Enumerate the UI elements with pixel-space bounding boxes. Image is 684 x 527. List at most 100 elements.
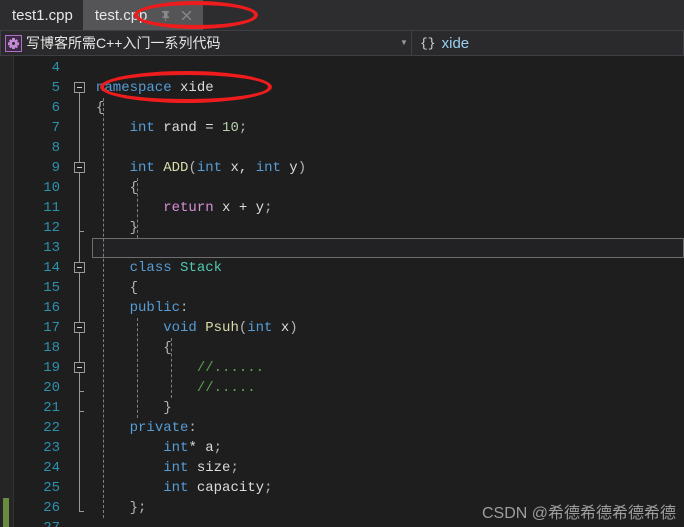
code-token: x + y [213,200,265,216]
code-token: ( [188,160,197,176]
chevron-down-icon[interactable]: ▼ [397,39,411,47]
code-token: x [272,320,290,336]
code-line[interactable]: class Stack [96,258,222,278]
code-line[interactable]: { [96,278,138,298]
code-token: ) [297,160,307,176]
line-number: 5 [51,80,60,96]
code-token: y [280,160,298,176]
code-token: int [129,120,155,136]
fold-toggle-line-9[interactable] [74,162,85,173]
code-line[interactable]: int size; [96,458,239,478]
code-line[interactable]: int* a; [96,438,222,458]
code-line[interactable]: }; [96,498,147,518]
code-line[interactable]: private: [96,418,197,438]
project-scope-dropdown[interactable]: 写博客所需C++入门一系列代码 ▼ [0,30,412,56]
code-line[interactable]: } [96,218,138,238]
line-number: 4 [51,60,60,76]
code-token: x, [222,160,256,176]
line-number: 10 [43,180,60,196]
code-token: private [129,420,189,436]
code-token: int [247,320,273,336]
code-token: ; [238,120,248,136]
line-number: 19 [43,360,60,376]
vs-editor-window: test1.cpp test.cpp 写博客所需C++入门一系列代码 ▼ {} … [0,0,684,527]
code-token: { [129,280,139,296]
outlining-end-tick [79,511,84,512]
code-line[interactable]: return x + y; [96,198,272,218]
fold-toggle-line-19[interactable] [74,362,85,373]
code-line[interactable]: int rand = 10; [96,118,248,138]
line-number: 24 [43,460,60,476]
change-indicator-bar [3,498,9,527]
line-number: 6 [51,100,60,116]
outlining-end-tick [79,231,84,232]
fold-toggle-line-17[interactable] [74,322,85,333]
line-number: 22 [43,420,60,436]
code-token: size [188,460,231,476]
outlining-end-tick [79,411,84,412]
code-line[interactable]: { [96,178,138,198]
line-number: 14 [43,260,60,276]
code-line[interactable]: int ADD(int x, int y) [96,158,307,178]
line-number: 18 [43,340,60,356]
code-line[interactable]: public: [96,298,189,318]
indicator-margin[interactable] [0,56,14,527]
line-number: 23 [43,440,60,456]
outlining-end-tick [79,391,84,392]
code-line[interactable]: //...... [96,358,264,378]
code-token: int [196,160,223,176]
member-scope-dropdown[interactable]: {} xide [412,30,684,56]
code-token: rand = [154,120,223,136]
code-token: return [163,200,214,216]
code-line[interactable]: { [96,338,172,358]
pin-icon[interactable] [159,9,172,22]
tab-label: test.cpp [94,6,148,24]
editor-tab-test1-cpp[interactable]: test1.cpp [0,0,83,30]
code-token: int [129,160,155,176]
code-token: Psuh [205,320,239,336]
code-line[interactable]: } [96,398,171,418]
code-token: namespace [96,80,172,96]
fold-toggle-line-14[interactable] [74,262,85,273]
code-token: { [163,340,172,356]
code-line[interactable]: //..... [96,378,256,398]
code-line[interactable]: int capacity; [96,478,272,498]
code-token: : [188,420,197,436]
code-token: ; [264,480,273,496]
line-number: 20 [43,380,60,396]
code-token: capacity [188,480,265,496]
code-token: ; [230,460,239,476]
csdn-watermark: CSDN @希德希德希德希德 [481,505,676,522]
line-number: 17 [43,320,60,336]
project-name-label: 写博客所需C++入门一系列代码 [26,35,221,51]
code-line[interactable]: namespace xide [96,78,214,98]
close-icon[interactable] [180,9,193,22]
code-token: int [163,460,189,476]
code-token: int [255,160,281,176]
code-token: int [163,480,189,496]
code-line[interactable]: void Psuh(int x) [96,318,297,338]
outlining-margin[interactable] [68,56,92,527]
line-number: 25 [43,480,60,496]
code-token: //...... [196,360,265,376]
fold-toggle-line-5[interactable] [74,82,85,93]
code-line[interactable]: { [96,98,104,118]
scope-name-label: xide [441,34,470,52]
editor-tab-test-cpp[interactable]: test.cpp [82,0,204,30]
tab-label: test1.cpp [12,6,73,24]
code-editor-surface[interactable]: 4 5 namespace xide 6 {7 int rand = 10; 8 9 int… [0,56,684,527]
